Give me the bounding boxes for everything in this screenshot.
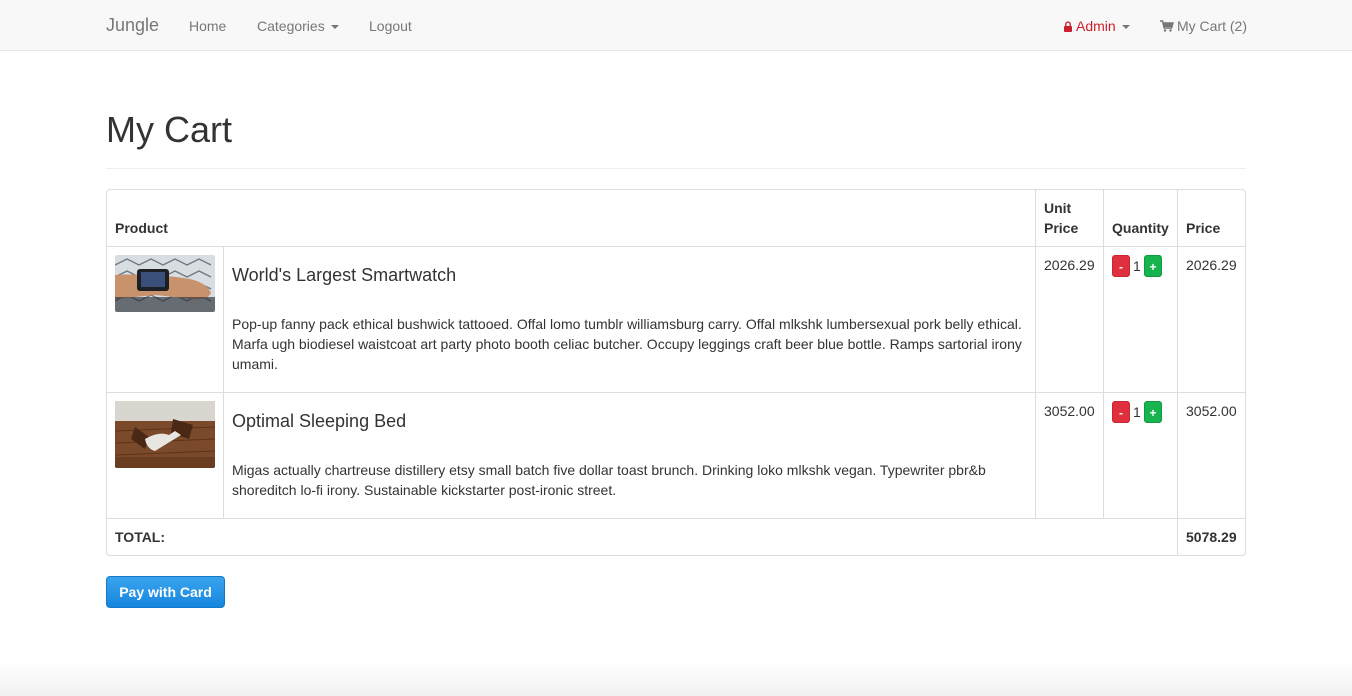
quantity-value: 1: [1133, 258, 1141, 274]
nav-logout-link[interactable]: Logout: [369, 16, 412, 36]
line-price: 2026.29: [1186, 257, 1237, 273]
line-price: 3052.00: [1186, 403, 1237, 419]
chevron-down-icon: [1121, 25, 1130, 30]
decrease-quantity-button[interactable]: -: [1112, 401, 1130, 423]
increase-quantity-button[interactable]: +: [1144, 401, 1162, 423]
table-divider: [107, 392, 1245, 393]
smartwatch-image: [115, 255, 215, 312]
header-unit-price-line1: Unit: [1044, 200, 1072, 216]
table-divider: [1103, 190, 1104, 518]
page-bottom-shade: [0, 660, 1352, 696]
chevron-down-icon: [330, 25, 339, 30]
navbar: Jungle Home Categories Logout Admin My C…: [0, 0, 1352, 51]
unit-price: 2026.29: [1044, 257, 1095, 273]
nav-admin-dropdown[interactable]: Admin: [1063, 16, 1130, 36]
product-description: Pop-up fanny pack ethical bushwick tatto…: [232, 316, 1022, 372]
unit-price: 3052.00: [1044, 403, 1095, 419]
table-divider: [107, 518, 1245, 519]
nav-cart-label: My Cart (2): [1177, 18, 1247, 34]
table-divider: [1035, 190, 1036, 518]
total-label: TOTAL:: [115, 529, 166, 545]
total-value: 5078.29: [1186, 529, 1237, 545]
nav-home-link[interactable]: Home: [189, 16, 226, 36]
header-quantity: Quantity: [1112, 220, 1169, 236]
bed-image: [115, 401, 215, 468]
product-name[interactable]: World's Largest Smartwatch: [232, 263, 456, 287]
header-unit-price-line2: Price: [1044, 220, 1079, 236]
product-name[interactable]: Optimal Sleeping Bed: [232, 409, 406, 433]
page-title: My Cart: [106, 109, 232, 150]
lock-icon: [1064, 21, 1072, 32]
table-divider: [1177, 190, 1178, 555]
header-price: Price: [1186, 220, 1221, 236]
quantity-value: 1: [1133, 404, 1141, 420]
product-image-bed: [115, 401, 215, 468]
brand-link[interactable]: Jungle: [106, 15, 159, 35]
nav-categories-label: Categories: [257, 18, 325, 34]
nav-categories-dropdown[interactable]: Categories: [257, 16, 339, 36]
table-divider: [223, 246, 224, 518]
product-image-smartwatch: [115, 255, 215, 312]
nav-admin-label: Admin: [1076, 18, 1116, 34]
nav-cart-link[interactable]: My Cart (2): [1160, 16, 1247, 36]
header-product: Product: [115, 220, 168, 236]
header-unit-price: Unit Price: [1044, 198, 1078, 238]
table-divider: [107, 246, 1245, 247]
decrease-quantity-button[interactable]: -: [1112, 255, 1130, 277]
cart-icon: [1160, 20, 1174, 32]
pay-with-card-button[interactable]: Pay with Card: [106, 576, 225, 608]
product-description: Migas actually chartreuse distillery ets…: [232, 462, 986, 498]
increase-quantity-button[interactable]: +: [1144, 255, 1162, 277]
title-divider: [106, 168, 1246, 169]
cart-table: Product Unit Price Quantity Price World': [106, 189, 1246, 556]
